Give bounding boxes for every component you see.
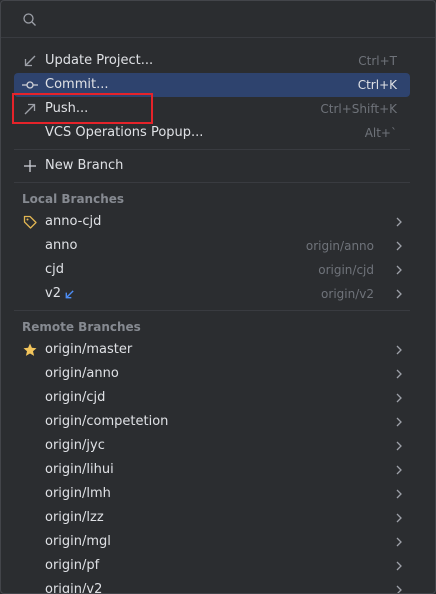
remote-branch-origin-jyc[interactable]: origin/jyc (14, 434, 410, 458)
remote-branch-origin-lzz[interactable]: origin/lzz (14, 506, 410, 530)
vcs-operations-popup-item[interactable]: VCS Operations Popup... Alt+` (14, 121, 410, 145)
search-input[interactable] (45, 7, 409, 33)
vcs-operations-label: VCS Operations Popup... (45, 125, 204, 140)
remote-branch-origin-anno[interactable]: origin/anno (14, 362, 410, 386)
chevron-right-icon (396, 393, 402, 403)
branch-name: origin/anno (45, 366, 119, 381)
chevron-right-icon (396, 265, 402, 275)
chevron-right-icon (396, 417, 402, 427)
git-branches-popup: Update Project... Ctrl+T Commit... Ctrl+… (0, 0, 436, 594)
chevron-right-icon (396, 369, 402, 379)
chevron-right-icon (396, 441, 402, 451)
search-bar[interactable] (1, 1, 435, 38)
divider (14, 149, 410, 150)
chevron-right-icon (396, 513, 402, 523)
remote-branches-header: Remote Branches (22, 320, 141, 334)
divider (14, 310, 410, 311)
commit-label: Commit... (45, 77, 109, 92)
branch-name: origin/jyc (45, 438, 105, 453)
tracked-remote: origin/anno (305, 239, 374, 253)
remote-branch-origin-mgl[interactable]: origin/mgl (14, 530, 410, 554)
remote-branch-origin-lihui[interactable]: origin/lihui (14, 458, 410, 482)
push-shortcut: Ctrl+Shift+K (320, 102, 397, 116)
update-project-shortcut: Ctrl+T (358, 54, 397, 68)
branch-name: v2 (45, 286, 61, 301)
branch-name: cjd (45, 262, 65, 277)
new-branch-item[interactable]: New Branch (14, 154, 410, 178)
local-branch-anno-cjd[interactable]: anno-cjd (14, 210, 410, 234)
chevron-right-icon (396, 585, 402, 593)
remote-branch-origin-competetion[interactable]: origin/competetion (14, 410, 410, 434)
new-branch-label: New Branch (45, 158, 124, 173)
plus-icon (24, 160, 36, 172)
tracked-remote: origin/cjd (318, 263, 374, 277)
update-project-item[interactable]: Update Project... Ctrl+T (14, 49, 410, 73)
chevron-right-icon (396, 561, 402, 571)
remote-branch-origin-master[interactable]: origin/master (14, 338, 410, 362)
branch-name: origin/lzz (45, 510, 104, 525)
vcs-operations-shortcut: Alt+` (364, 126, 397, 140)
remote-branch-origin-pf[interactable]: origin/pf (14, 554, 410, 578)
branch-name: anno (45, 238, 78, 253)
chevron-right-icon (396, 537, 402, 547)
chevron-right-icon (396, 289, 402, 299)
local-branches-header: Local Branches (22, 192, 125, 206)
local-branch-cjd[interactable]: cjd origin/cjd (14, 258, 410, 282)
incoming-arrow-icon (65, 290, 74, 299)
commit-shortcut: Ctrl+K (357, 78, 397, 92)
divider (14, 182, 410, 183)
search-icon (23, 13, 36, 26)
branch-name: origin/lihui (45, 462, 114, 477)
branch-name: origin/master (45, 342, 133, 357)
chevron-right-icon (396, 489, 402, 499)
chevron-right-icon (396, 217, 402, 227)
branch-name: origin/v2 (45, 582, 103, 594)
push-highlight-box (12, 93, 153, 124)
branch-name: origin/cjd (45, 390, 106, 405)
branch-name: origin/pf (45, 558, 100, 573)
local-branch-anno[interactable]: anno origin/anno (14, 234, 410, 258)
update-project-label: Update Project... (45, 53, 154, 68)
remote-branch-origin-cjd[interactable]: origin/cjd (14, 386, 410, 410)
remote-branch-origin-v2[interactable]: origin/v2 (14, 578, 410, 594)
branch-name: origin/lmh (45, 486, 111, 501)
commit-icon (22, 81, 38, 89)
local-branch-v2[interactable]: v2 origin/v2 (14, 282, 410, 306)
tracked-remote: origin/v2 (321, 287, 374, 301)
remote-branch-origin-lmh[interactable]: origin/lmh (14, 482, 410, 506)
star-icon (23, 343, 37, 356)
tag-icon (23, 215, 37, 229)
update-arrow-icon (24, 55, 36, 67)
branch-name: anno-cjd (45, 214, 102, 229)
chevron-right-icon (396, 345, 402, 355)
chevron-right-icon (396, 241, 402, 251)
branch-name: origin/competetion (45, 414, 169, 429)
chevron-right-icon (396, 465, 402, 475)
branch-name: origin/mgl (45, 534, 111, 549)
